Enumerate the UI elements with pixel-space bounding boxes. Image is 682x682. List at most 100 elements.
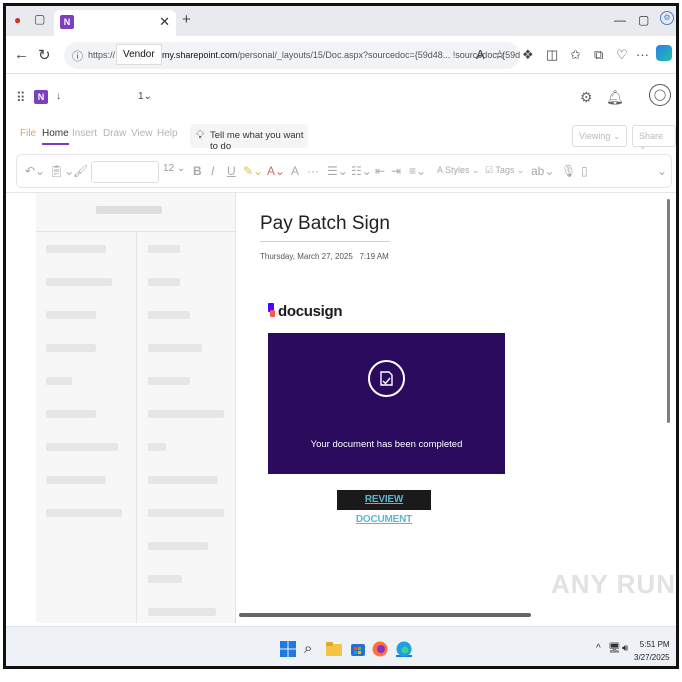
- notebook-marker[interactable]: ↓: [56, 91, 61, 102]
- page-placeholder[interactable]: [148, 311, 190, 319]
- tags-button[interactable]: ☑ Tags ⌄: [485, 165, 524, 176]
- read-aloud-icon[interactable]: A: [476, 47, 485, 62]
- page-placeholder[interactable]: [148, 344, 202, 352]
- url-path: /personal/_layouts/15/Doc.aspx?sourcedoc…: [237, 50, 451, 60]
- file-explorer-icon[interactable]: [326, 641, 342, 657]
- tab-actions-icon[interactable]: ▢: [34, 12, 45, 26]
- volume-icon[interactable]: 🔊︎: [622, 643, 628, 654]
- undo-icon[interactable]: ↶⌄: [25, 164, 45, 178]
- show-hidden-icons-chevron-icon[interactable]: ^: [596, 643, 601, 654]
- styles-button[interactable]: A Styles ⌄: [437, 165, 480, 176]
- section-placeholder[interactable]: [46, 443, 118, 451]
- network-icon[interactable]: 🖥︎: [608, 643, 621, 654]
- more-menu-icon[interactable]: ···: [636, 47, 649, 62]
- tab-file[interactable]: File: [20, 128, 36, 139]
- browser-essentials-icon[interactable]: ♡: [616, 47, 628, 63]
- align-icon[interactable]: ≡⌄: [409, 164, 426, 178]
- browser-tab-onenote[interactable]: N ✕: [54, 10, 176, 36]
- notifications-bell-icon[interactable]: 🔔︎: [606, 89, 624, 106]
- section-placeholder[interactable]: [46, 245, 106, 253]
- page-placeholder[interactable]: [148, 377, 190, 385]
- more-format-icon[interactable]: ···: [307, 164, 319, 178]
- indent-icon[interactable]: ⇥: [391, 164, 401, 178]
- section-dropdown[interactable]: 1⌄: [138, 91, 152, 102]
- address-bar[interactable]: ⓘ https:// Vendor my.sharepoint.com/pers…: [64, 42, 520, 69]
- dictate-mic-icon[interactable]: 🎙︎: [561, 164, 576, 178]
- user-avatar-icon[interactable]: ◯: [649, 84, 671, 106]
- new-tab-button[interactable]: +: [182, 11, 191, 28]
- review-document-button[interactable]: REVIEW DOCUMENT: [337, 490, 431, 525]
- refresh-icon[interactable]: ↻: [38, 46, 51, 64]
- page-placeholder[interactable]: [148, 509, 224, 517]
- page-placeholder[interactable]: [148, 608, 216, 616]
- tab-view[interactable]: View: [131, 128, 153, 139]
- page-placeholder[interactable]: [148, 575, 182, 583]
- section-placeholder[interactable]: [46, 278, 112, 286]
- page-placeholder[interactable]: [148, 443, 166, 451]
- outdent-icon[interactable]: ⇤: [375, 164, 385, 178]
- app-launcher-icon[interactable]: ⠿: [16, 90, 26, 106]
- tab-help[interactable]: Help: [157, 128, 178, 139]
- clear-format-icon[interactable]: A: [291, 164, 299, 178]
- page-placeholder[interactable]: [148, 245, 180, 253]
- section-placeholder[interactable]: [46, 311, 96, 319]
- edge-browser-icon[interactable]: [396, 641, 412, 657]
- back-arrow-icon[interactable]: ←: [14, 46, 29, 63]
- bullets-icon[interactable]: ☰⌄: [327, 164, 348, 178]
- paste-icon[interactable]: 📋︎⌄: [49, 164, 74, 178]
- numbering-icon[interactable]: ☷⌄: [351, 164, 372, 178]
- section-placeholder[interactable]: [46, 377, 72, 385]
- spelling-icon[interactable]: ab⌄: [531, 164, 554, 178]
- section-placeholder[interactable]: [46, 509, 122, 517]
- section-placeholder[interactable]: [46, 410, 96, 418]
- page-placeholder[interactable]: [148, 476, 218, 484]
- minimize-icon[interactable]: —: [614, 13, 626, 27]
- page-placeholder[interactable]: [148, 278, 180, 286]
- page-placeholder[interactable]: [148, 542, 208, 550]
- tab-draw[interactable]: Draw: [103, 128, 126, 139]
- tab-insert[interactable]: Insert: [72, 128, 97, 139]
- page-title[interactable]: Pay Batch Sign: [260, 213, 390, 235]
- tab-close-icon[interactable]: ✕: [159, 14, 170, 30]
- restore-icon[interactable]: ▢: [638, 13, 649, 27]
- system-clock[interactable]: 5:51 PM 3/27/2025: [634, 638, 670, 664]
- font-color-icon[interactable]: A⌄: [267, 164, 285, 178]
- highlight-icon[interactable]: ✎⌄: [243, 164, 263, 178]
- format-painter-icon[interactable]: 🖌︎: [73, 164, 88, 178]
- store-icon[interactable]: [350, 641, 366, 657]
- split-screen-icon[interactable]: ◫: [546, 47, 558, 63]
- onenote-logo-icon[interactable]: N: [34, 90, 48, 104]
- url-text: my.sharepoint.com/personal/_layouts/15/D…: [162, 50, 520, 60]
- share-button[interactable]: Share ⌄: [632, 125, 676, 151]
- tell-me-search[interactable]: 💡︎ Tell me what you want to do: [190, 124, 308, 152]
- underline-icon[interactable]: U: [227, 164, 236, 178]
- section-placeholder[interactable]: [46, 476, 106, 484]
- favorites-icon[interactable]: ✩: [570, 47, 581, 63]
- settings-gear-icon[interactable]: ⚙: [660, 11, 674, 25]
- navigation-pane: [36, 193, 236, 623]
- vertical-scrollbar[interactable]: [667, 199, 670, 423]
- browser-nav-bar: ← ↻ ⓘ https:// Vendor my.sharepoint.com/…: [6, 36, 676, 74]
- extension-icon[interactable]: ❖: [522, 47, 534, 63]
- toolbar-expand-chevron-icon[interactable]: ⌄: [657, 164, 667, 178]
- page-placeholder[interactable]: [148, 410, 224, 418]
- bold-icon[interactable]: B: [193, 164, 202, 178]
- section-placeholder[interactable]: [46, 344, 96, 352]
- horizontal-scrollbar[interactable]: [239, 613, 531, 617]
- tab-home[interactable]: Home: [42, 128, 69, 145]
- immersive-reader-icon[interactable]: ▯: [581, 164, 588, 178]
- site-info-icon[interactable]: ⓘ: [72, 48, 83, 64]
- search-icon[interactable]: ⌕: [304, 641, 320, 657]
- firefox-icon[interactable]: [372, 641, 388, 657]
- font-family-box[interactable]: [91, 161, 159, 183]
- windows-start-icon[interactable]: [280, 641, 296, 657]
- favorite-star-icon[interactable]: ☆: [494, 47, 506, 63]
- font-size-box[interactable]: 12 ⌄: [163, 163, 185, 174]
- profile-icon[interactable]: ●: [14, 13, 21, 27]
- collections-icon[interactable]: ⧉: [594, 47, 603, 63]
- viewing-mode-button[interactable]: Viewing ⌄: [572, 125, 628, 147]
- copilot-icon[interactable]: [656, 45, 672, 61]
- italic-icon[interactable]: I: [211, 164, 214, 178]
- content-area: Pay Batch Sign Thursday, March 27, 2025 …: [6, 192, 676, 623]
- settings-icon[interactable]: ⚙: [580, 89, 593, 106]
